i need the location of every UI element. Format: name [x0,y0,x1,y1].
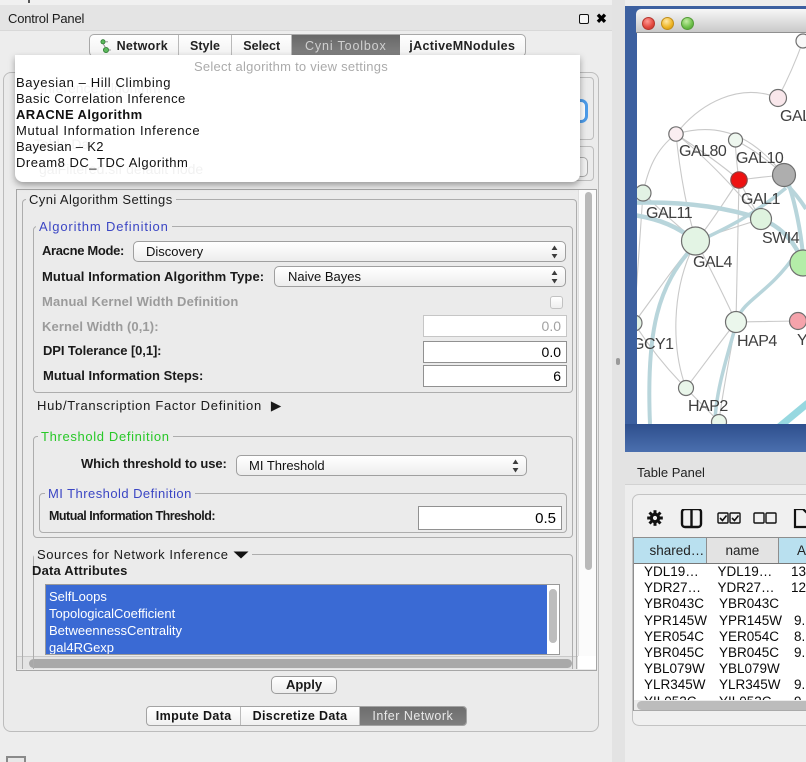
svg-text:SWI4: SWI4 [762,230,800,247]
svg-text:HAP2: HAP2 [688,398,728,415]
svg-text:GAL: GAL [780,108,806,125]
svg-text:GAL80: GAL80 [679,143,727,160]
svg-text:GCY1: GCY1 [637,336,674,353]
svg-text:Y: Y [797,332,806,349]
svg-text:HAP4: HAP4 [737,333,777,350]
svg-text:GAL10: GAL10 [736,150,784,167]
svg-text:GAL11: GAL11 [646,205,693,222]
svg-text:GAL1: GAL1 [741,191,781,208]
svg-text:GAL4: GAL4 [693,254,733,271]
